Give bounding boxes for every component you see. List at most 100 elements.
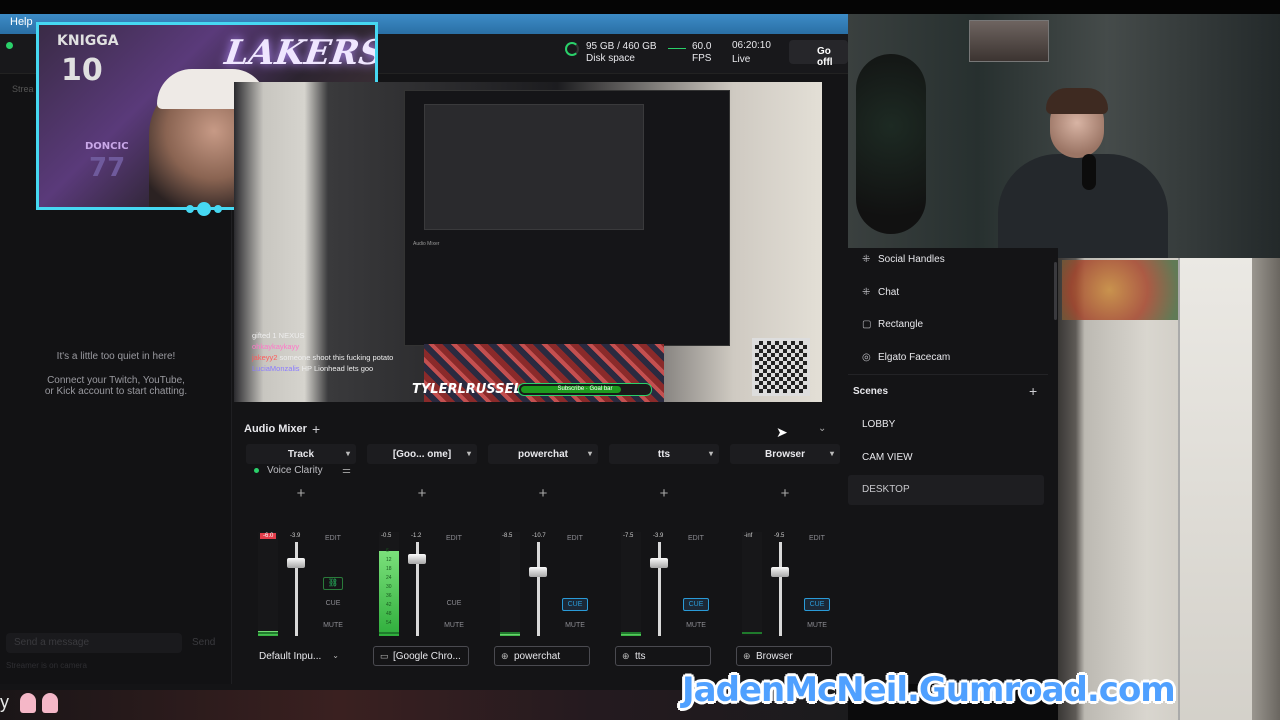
- menu-help[interactable]: Help: [10, 16, 33, 28]
- gumroad-watermark: JadenMcNeil.Gumroad.com: [682, 670, 1176, 710]
- volume-fader-track[interactable]: [537, 542, 540, 636]
- channel-source-select[interactable]: ▭ [Google Chro...: [373, 646, 469, 666]
- add-filter-button[interactable]: +: [246, 468, 356, 522]
- camera-icon: ◎: [862, 352, 871, 363]
- channel-name-dropdown[interactable]: powerchat ▾: [488, 444, 598, 464]
- edit-button[interactable]: EDIT: [320, 533, 346, 546]
- add-scene-button[interactable]: +: [1029, 383, 1037, 399]
- scene-lobby[interactable]: LOBBY: [848, 410, 1044, 440]
- chevron-down-icon: ⌄: [332, 651, 339, 660]
- add-filter-button[interactable]: +: [730, 468, 840, 522]
- edit-button[interactable]: EDIT: [441, 533, 467, 546]
- live-label: Live: [732, 54, 751, 65]
- cue-button[interactable]: CUE: [683, 598, 709, 611]
- guest-microphone: [1082, 154, 1096, 190]
- channel-name-dropdown[interactable]: tts ▾: [609, 444, 719, 464]
- edit-button[interactable]: EDIT: [562, 533, 588, 546]
- volume-fader-knob[interactable]: [771, 567, 789, 577]
- mute-button[interactable]: MUTE: [804, 620, 830, 633]
- channel-name-dropdown[interactable]: Browser ▾: [730, 444, 840, 464]
- jersey-number: 10: [61, 53, 103, 88]
- add-audio-source-button[interactable]: +: [312, 421, 320, 437]
- rectangle-icon: ▢: [862, 319, 872, 330]
- volume-fader-knob[interactable]: [408, 554, 426, 564]
- channel-source-select[interactable]: ⊕ tts: [615, 646, 711, 666]
- disk-usage-ring-icon: [565, 42, 579, 56]
- live-timer-value: 06:20:10: [732, 40, 771, 51]
- level-meter: [742, 532, 762, 636]
- meter-scale-tick: 24: [386, 575, 392, 581]
- source-elgato-facecam[interactable]: ◎ Elgato Facecam: [862, 352, 950, 363]
- add-filter-button[interactable]: +: [609, 468, 719, 522]
- disk-space-value: 95 GB / 460 GB: [586, 41, 657, 52]
- channel-name-dropdown[interactable]: Track ▾: [246, 444, 356, 464]
- chevron-down-icon: ▾: [829, 449, 834, 458]
- cue-button[interactable]: CUE: [320, 598, 346, 611]
- mute-button[interactable]: MUTE: [441, 620, 467, 633]
- volume-fader-track[interactable]: [658, 542, 661, 636]
- peak-db-right: -10.7: [532, 533, 546, 539]
- preview-goal-bar: Subscribe · Goal bar: [518, 383, 652, 396]
- jersey2-number: 77: [89, 153, 126, 183]
- wall-poster: [1062, 260, 1180, 320]
- level-meter-mark: [742, 632, 762, 634]
- peak-db-right: -3.9: [653, 533, 664, 539]
- chat-empty-line1: Connect your Twitch, YouTube,: [47, 375, 185, 386]
- link-icon[interactable]: ⛓: [323, 577, 343, 590]
- channel-source-select[interactable]: Default Inpu... ⌄: [252, 646, 348, 666]
- channel-source-select[interactable]: ⊕ Browser: [736, 646, 832, 666]
- mute-button[interactable]: MUTE: [562, 620, 588, 633]
- volume-fader-knob[interactable]: [529, 567, 547, 577]
- go-offline-button[interactable]: Go offl: [789, 40, 848, 68]
- chevron-down-icon: ▾: [587, 449, 592, 458]
- peak-db-right: -3.9: [290, 533, 301, 539]
- chat-message-input[interactable]: Send a message: [6, 633, 182, 653]
- volume-fader-track[interactable]: [295, 542, 298, 636]
- peak-db-left: -7.5: [623, 533, 634, 539]
- meter-scale-tick: 6: [386, 548, 389, 554]
- level-meter-mark: [500, 632, 520, 634]
- scene-desktop[interactable]: DESKTOP: [848, 475, 1044, 505]
- peak-db-left: -inf: [744, 533, 753, 539]
- cue-button[interactable]: CUE: [804, 598, 830, 611]
- volume-fader-knob[interactable]: [650, 558, 668, 568]
- scene-cam-view[interactable]: CAM VIEW: [848, 443, 1044, 473]
- add-filter-button[interactable]: +: [488, 468, 598, 522]
- add-filter-button[interactable]: +: [367, 468, 477, 522]
- top-strip: [0, 0, 1280, 14]
- peak-db-left: -8.5: [502, 533, 513, 539]
- preview-chat-line: ohkaykaykayy: [252, 342, 300, 351]
- volume-fader-track[interactable]: [779, 542, 782, 636]
- mixer-collapse-chevron-icon[interactable]: ⌄: [818, 423, 826, 434]
- mute-button[interactable]: MUTE: [320, 620, 346, 633]
- jersey2-name: DONCIC: [85, 141, 129, 152]
- mute-button[interactable]: MUTE: [683, 620, 709, 633]
- channel-name-dropdown[interactable]: [Goo... ome] ▾: [367, 444, 477, 464]
- webcam-frame-dots: [186, 202, 225, 216]
- panel-divider: [848, 374, 1048, 375]
- fps-value: 60.0: [692, 41, 712, 52]
- group-icon: ⁜: [862, 287, 871, 298]
- chat-send-button[interactable]: Send: [192, 637, 215, 648]
- preview-chat-line: jakeyy2 someone shoot this fucking potat…: [252, 353, 394, 362]
- volume-fader-knob[interactable]: [287, 558, 305, 568]
- guest-hair: [1046, 88, 1108, 114]
- cue-button[interactable]: CUE: [441, 598, 467, 611]
- chat-empty-title: It's a little too quiet in here!: [56, 351, 176, 362]
- globe-icon: ⊕: [622, 651, 630, 661]
- source-chat[interactable]: ⁜ Chat: [862, 287, 899, 298]
- peak-db-right: -9.5: [774, 533, 785, 539]
- stream-preview[interactable]: Audio Mixer gifted 1 NEXUS ohkaykaykayy …: [234, 82, 822, 402]
- mixer-channel: tts ▾ + -7.5 -3.9 EDIT CUE MUTE ⊕ tts: [609, 444, 719, 672]
- guest-webcam: [848, 14, 1280, 258]
- source-rectangle[interactable]: ▢ Rectangle: [862, 319, 923, 330]
- sources-scrollbar[interactable]: [1054, 262, 1057, 320]
- level-meter-fill: [500, 634, 520, 636]
- channel-source-select[interactable]: ⊕ powerchat: [494, 646, 590, 666]
- edit-button[interactable]: EDIT: [804, 533, 830, 546]
- source-social-handles[interactable]: ⁜ Social Handles: [862, 254, 945, 265]
- chat-empty-line2: or Kick account to start chatting.: [44, 386, 188, 397]
- cue-button[interactable]: CUE: [562, 598, 588, 611]
- edit-button[interactable]: EDIT: [683, 533, 709, 546]
- mouse-cursor-icon: ➤: [776, 424, 788, 440]
